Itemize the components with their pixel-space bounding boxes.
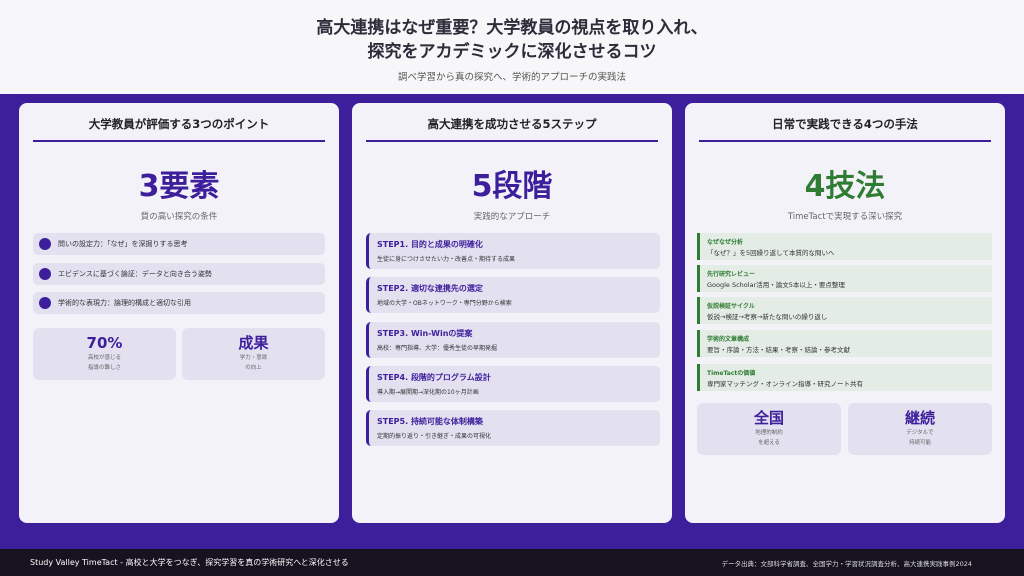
method-description: 専門家マッチング・オンライン指導・研究ノート共有 [707,380,863,388]
big-figure: 3要素 [138,169,220,204]
stat-box: 成果 学力・意欲 の向上 [182,328,325,380]
method-heading: 仮説検証サイクル [707,303,755,310]
page-footer: Study Valley TimeTact - 高校と大学をつなぎ、探究学習を真… [0,549,1024,576]
card-five-steps: 高大連携を成功させる5ステップ 5段階 実践的なアプローチ STEP1. 目的と… [352,103,672,523]
footer-source: データ出典：文部科学省調査、全国学力・学習状況調査分析、高大連携実践事例2024 [721,560,972,568]
list-item: 学術的な表現力：論理的構成と適切な引用 [33,292,325,314]
step-description: 高校：専門指導、大学：優秀生徒の早期発掘 [377,345,498,352]
step-description: 地域の大学・OBネットワーク・専門分野から検索 [377,300,512,307]
step-description: 定期的振り返り・引き継ぎ・成果の可視化 [377,433,492,440]
stat-label: 高校が感じる [87,355,121,361]
method-description: 「なぜ？」を5回繰り返して本質的な問いへ [707,249,835,257]
card-four-methods: 日常で実践できる4つの手法 4技法 TimeTactで実現する深い探究 なぜなぜ… [685,103,1005,523]
method-description: Google Scholar活用・論文5本以上・要点整理 [707,281,845,289]
stat-box: 70% 高校が感じる 指導の難しさ [33,328,176,380]
big-figure: 5段階 [471,169,553,204]
method-item: 学術的文章構成 要旨・序論・方法・結果・考察・結論・参考文献 [697,330,992,357]
step-item: STEP5. 持続可能な体制構築 定期的振り返り・引き継ぎ・成果の可視化 [366,410,660,446]
stat-box: 全国 地理的制約 を超える [697,403,841,455]
step-heading: STEP5. 持続可能な体制構築 [377,417,483,426]
method-heading: TimeTactの価値 [707,370,756,377]
method-item: TimeTactの価値 専門家マッチング・オンライン指導・研究ノート共有 [697,364,992,391]
card-title: 日常で実践できる4つの手法 [699,116,991,142]
page-title-line2: 探究をアカデミックに深化させるコツ [367,42,657,62]
step-item: STEP3. Win-Winの提案 高校：専門指導、大学：優秀生徒の早期発掘 [366,322,660,358]
method-item: なぜなぜ分析 「なぜ？」を5回繰り返して本質的な問いへ [697,233,992,260]
bullet-dot-icon [39,238,51,250]
big-figure-caption: 実践的なアプローチ [473,212,551,222]
stat-label: を超える [758,440,780,446]
stat-label: 学力・意欲 [239,355,268,361]
stat-label: デジタルで [906,430,934,436]
method-item: 先行研究レビュー Google Scholar活用・論文5本以上・要点整理 [697,265,992,292]
big-figure-caption: 質の高い探究の条件 [140,212,218,222]
card-title: 高大連携を成功させる5ステップ [366,116,658,142]
stat-label: 地理的制約 [755,430,783,436]
stat-label: の向上 [245,365,262,371]
stat-value: 全国 [753,409,784,427]
footer-tagline: Study Valley TimeTact - 高校と大学をつなぎ、探究学習を真… [30,558,349,567]
list-item: 問いの設定力：「なぜ」を深掘りする思考 [33,233,325,255]
method-heading: 学術的文章構成 [707,336,750,343]
card-evaluation-points: 大学教員が評価する3つのポイント 3要素 質の高い探究の条件 問いの設定力：「な… [19,103,339,523]
step-heading: STEP2. 適切な連携先の選定 [377,284,483,293]
step-item: STEP4. 段階的プログラム設計 導入期→展開期→深化期の10ヶ月計画 [366,366,660,402]
bullet-dot-icon [39,268,51,280]
bullet-dot-icon [39,297,51,309]
step-heading: STEP4. 段階的プログラム設計 [377,373,491,382]
page-title-line1: 高大連携はなぜ重要？大学教員の視点を取り入れ、 [316,18,708,38]
big-figure-caption: TimeTactで実現する深い探究 [787,212,903,222]
method-heading: 先行研究レビュー [707,271,756,278]
page-header: 高大連携はなぜ重要？大学教員の視点を取り入れ、 探究をアカデミックに深化させるコ… [0,0,1024,94]
step-item: STEP1. 目的と成果の明確化 生徒に身につけさせたい力・改善点・期待する成果 [366,233,660,269]
list-item-text: 学術的な表現力：論理的構成と適切な引用 [58,299,191,307]
stat-box: 継続 デジタルで 持続可能 [848,403,992,455]
stat-value: 継続 [904,409,935,427]
stat-value: 成果 [238,334,269,352]
stat-value: 70% [86,334,123,352]
method-item: 仮説検証サイクル 仮説→検証→考察→新たな問いの繰り返し [697,297,992,324]
step-heading: STEP3. Win-Winの提案 [377,329,473,338]
list-item-text: 問いの設定力：「なぜ」を深掘りする思考 [58,240,188,248]
step-description: 導入期→展開期→深化期の10ヶ月計画 [377,389,479,396]
step-item: STEP2. 適切な連携先の選定 地域の大学・OBネットワーク・専門分野から検索 [366,277,660,313]
big-figure: 4技法 [804,169,886,204]
card-title: 大学教員が評価する3つのポイント [33,116,325,142]
page-subtitle: 調べ学習から真の探究へ、学術的アプローチの実践法 [397,72,626,83]
method-description: 仮説→検証→考察→新たな問いの繰り返し [707,313,828,321]
list-item-text: エビデンスに基づく論証：データと向き合う姿勢 [58,270,212,278]
page-title: 高大連携はなぜ重要？大学教員の視点を取り入れ、 探究をアカデミックに深化させるコ… [0,16,1024,64]
method-description: 要旨・序論・方法・結果・考察・結論・参考文献 [707,346,850,354]
step-heading: STEP1. 目的と成果の明確化 [377,240,483,249]
list-item: エビデンスに基づく論証：データと向き合う姿勢 [33,263,325,285]
method-heading: なぜなぜ分析 [707,239,744,246]
stat-label: 指導の難しさ [87,365,121,371]
step-description: 生徒に身につけさせたい力・改善点・期待する成果 [377,256,516,263]
stat-label: 持続可能 [908,440,931,446]
